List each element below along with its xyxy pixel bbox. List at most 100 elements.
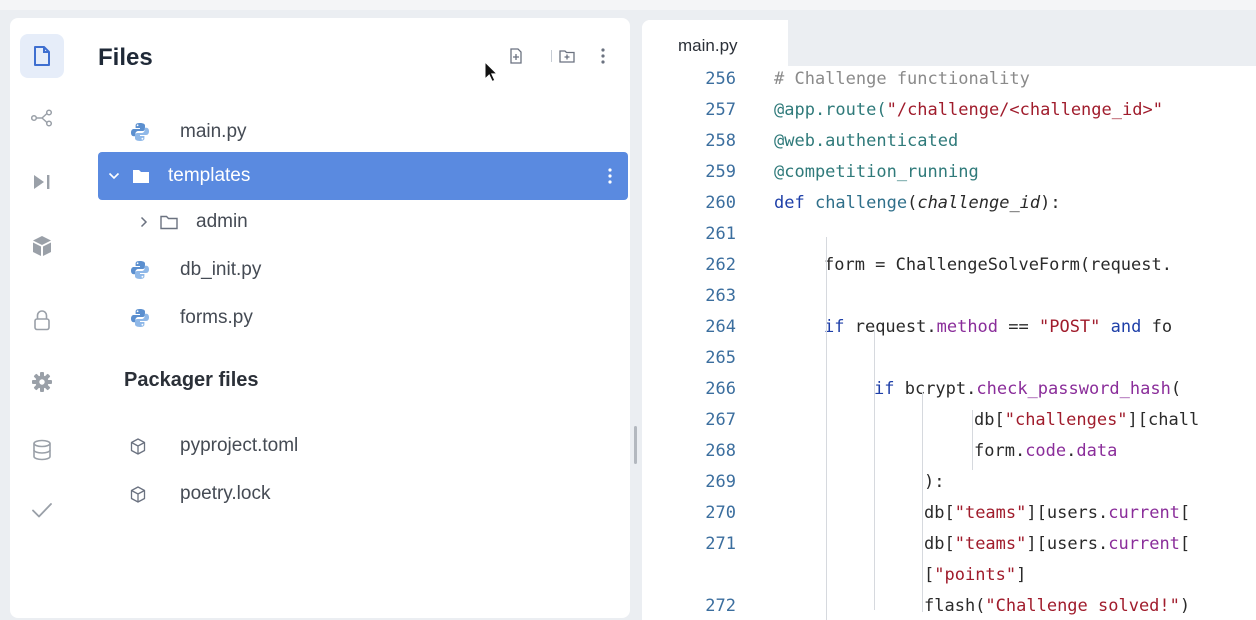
sidebar-git-branch-button[interactable] [20, 96, 64, 140]
code-line: 263 [642, 281, 1256, 312]
line-number: 256 [705, 69, 736, 89]
python-icon [130, 122, 150, 142]
folder-icon [132, 169, 150, 184]
line-number: 260 [705, 193, 736, 213]
code-text: flash("Challenge solved!") [924, 596, 1191, 616]
line-number: 270 [705, 503, 736, 523]
python-icon [130, 308, 150, 328]
play-icon [34, 175, 50, 189]
tab-strip [788, 20, 1256, 66]
checkmark-icon [32, 503, 52, 518]
new-file-icon [510, 48, 522, 64]
sidebar-lock-button[interactable] [20, 298, 64, 342]
tree-item-label: db_init.py [180, 259, 262, 280]
code-line: 258 @web.authenticated [642, 126, 1256, 157]
panel-resize-handle[interactable] [634, 426, 637, 464]
tree-item-admin[interactable]: admin [98, 198, 628, 246]
chevron-right-icon[interactable] [140, 216, 148, 228]
code-line: 266 if bcrypt.check_password_hash( [642, 374, 1256, 405]
line-number: 262 [705, 255, 736, 275]
more-options-button[interactable] [593, 46, 613, 66]
more-options-icon [601, 48, 605, 64]
code-line: 264 if request.method == "POST" and fo [642, 312, 1256, 343]
mouse-pointer-icon [484, 61, 498, 83]
code-line: 259 @competition_running [642, 157, 1256, 188]
sidebar-checkmark-button[interactable] [20, 488, 64, 532]
sidebar-file-button[interactable] [20, 34, 64, 78]
sidebar-database-button[interactable] [20, 428, 64, 472]
code-line: 260 def challenge(challenge_id): [642, 188, 1256, 219]
file-icon [34, 46, 50, 66]
chevron-down-icon[interactable] [108, 172, 120, 180]
indent-guide [922, 392, 923, 612]
code-text: if request.method == "POST" and fo [824, 317, 1173, 337]
sidebar-package-button[interactable] [20, 224, 64, 268]
code-text: db["teams"][users.current[ [924, 534, 1191, 554]
line-number: 269 [705, 472, 736, 492]
code-line: 257 @app.route("/challenge/<challenge_id>… [642, 95, 1256, 126]
line-number: 264 [705, 317, 736, 337]
tree-item-label: admin [196, 211, 248, 232]
tab-main-py[interactable]: main.py [642, 20, 788, 66]
files-sidebar-panel: Files main.py templates admin db_init.py… [10, 18, 630, 618]
header-divider [551, 50, 552, 62]
code-line: 271 db["teams"][users.current[ [642, 529, 1256, 560]
line-number: 257 [705, 100, 736, 120]
code-line: 262 form = ChallengeSolveForm(request. [642, 250, 1256, 281]
tree-item-label: templates [168, 165, 251, 186]
tab-label: main.py [678, 36, 738, 55]
indent-guide [826, 237, 827, 620]
tree-item-db-init-py[interactable]: db_init.py [98, 246, 628, 294]
code-text: @competition_running [774, 162, 979, 182]
sidebar-gear-button[interactable] [20, 360, 64, 404]
indent-guide [972, 410, 973, 470]
code-text: db["challenges"][chall [974, 410, 1200, 430]
new-folder-button[interactable] [557, 46, 577, 66]
code-text: @app.route("/challenge/<challenge_id>" [774, 100, 1163, 120]
line-number: 267 [705, 410, 736, 430]
code-text: ["points"] [924, 565, 1027, 585]
window-top-strip [0, 0, 1256, 10]
tree-item-label: main.py [180, 121, 247, 142]
tree-item-label: poetry.lock [180, 483, 271, 504]
more-options-icon[interactable] [608, 168, 612, 184]
code-line: 261 [642, 219, 1256, 250]
code-text: db["teams"][users.current[ [924, 503, 1191, 523]
line-number: 258 [705, 131, 736, 151]
line-number: 265 [705, 348, 736, 368]
tree-item-main-py[interactable]: main.py [98, 108, 628, 156]
code-line: 265 [642, 343, 1256, 374]
python-icon [130, 260, 150, 280]
tree-item-templates[interactable]: templates [98, 152, 628, 200]
line-number: 261 [705, 224, 736, 244]
code-line: 268 form.code.data [642, 436, 1256, 467]
gear-icon [32, 372, 52, 392]
code-text: if bcrypt.check_password_hash( [874, 379, 1182, 399]
tree-item-pyproject-toml[interactable]: pyproject.toml [98, 422, 628, 470]
git-branch-icon [31, 109, 53, 127]
package-outline-icon [130, 485, 146, 503]
line-number: 263 [705, 286, 736, 306]
code-text: def challenge(challenge_id): [774, 193, 1061, 213]
line-number: 272 [705, 596, 736, 616]
indent-guide [874, 330, 875, 610]
line-number: 271 [705, 534, 736, 554]
folder-outline-icon [160, 215, 178, 230]
lock-icon [34, 310, 50, 331]
package-outline-icon [130, 437, 146, 455]
code-text: form = ChallengeSolveForm(request. [824, 255, 1172, 275]
code-editor-panel: main.py 256 # Challenge functionality 257 @… [642, 20, 1256, 620]
new-file-button[interactable] [506, 46, 526, 66]
code-line: 272 flash("Challenge solved!") [642, 591, 1256, 620]
code-line: 269): [642, 467, 1256, 498]
tree-item-label: pyproject.toml [180, 435, 299, 456]
line-number: 259 [705, 162, 736, 182]
files-title: Files [98, 44, 153, 71]
sidebar-play-button[interactable] [20, 160, 64, 204]
tree-item-forms-py[interactable]: forms.py [98, 294, 628, 342]
tree-item-poetry-lock[interactable]: poetry.lock [98, 470, 628, 518]
new-folder-icon [559, 50, 575, 63]
code-line: 270 db["teams"][users.current[ [642, 498, 1256, 529]
icon-rail [10, 18, 90, 618]
code-text: form.code.data [974, 441, 1118, 461]
